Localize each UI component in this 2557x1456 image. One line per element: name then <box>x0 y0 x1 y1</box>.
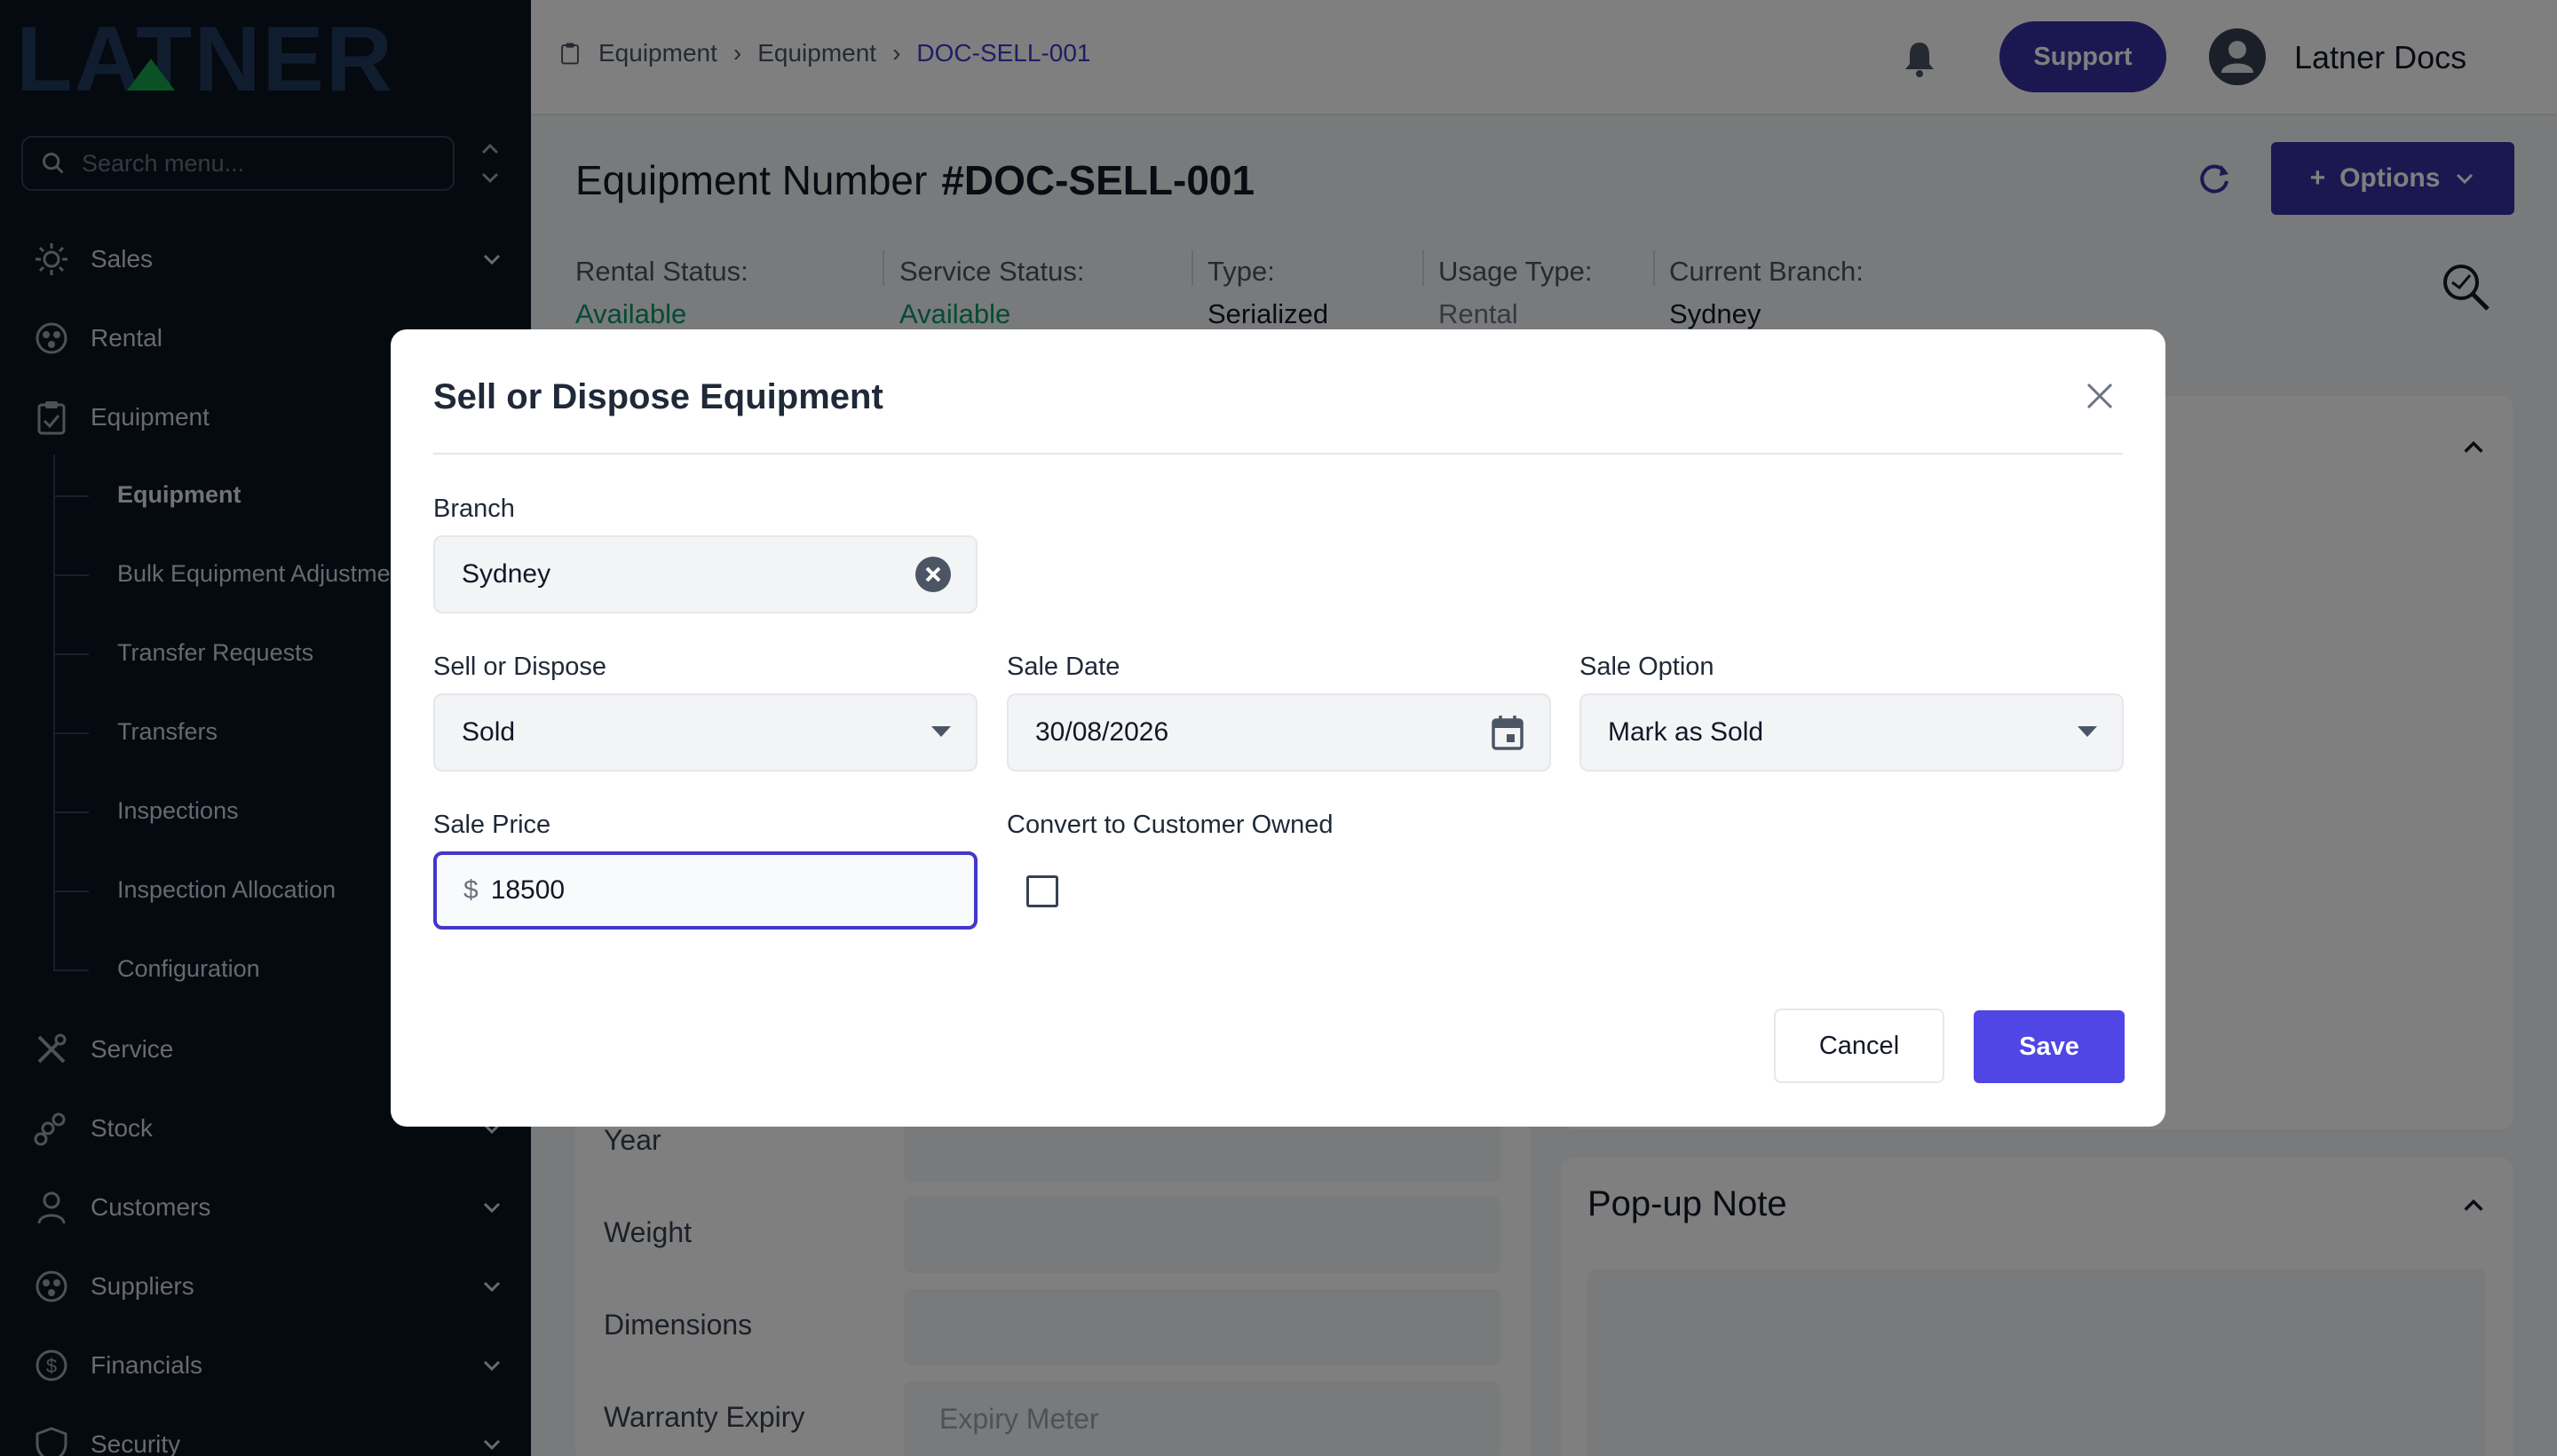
sale-price-input[interactable]: $ 18500 <box>433 851 978 930</box>
sale-price-value: 18500 <box>490 875 566 905</box>
sale-date-label: Sale Date <box>1007 653 1120 681</box>
sale-option-label: Sale Option <box>1579 653 1714 681</box>
convert-label: Convert to Customer Owned <box>1007 811 1334 839</box>
branch-select[interactable]: Sydney <box>433 535 978 613</box>
calendar-icon[interactable] <box>1491 715 1524 750</box>
sell-or-dispose-select[interactable]: Sold <box>433 693 978 772</box>
save-button[interactable]: Save <box>1974 1010 2125 1083</box>
sell-or-dispose-label: Sell or Dispose <box>433 653 607 681</box>
branch-value: Sydney <box>462 559 551 589</box>
branch-label: Branch <box>433 495 515 523</box>
sale-price-label: Sale Price <box>433 811 551 839</box>
close-icon[interactable] <box>2085 381 2115 411</box>
caret-down-icon <box>2078 726 2097 737</box>
sell-dispose-modal: Sell or Dispose Equipment Branch Sydney … <box>391 329 2165 1127</box>
modal-divider <box>433 453 2123 455</box>
sale-option-value: Mark as Sold <box>1608 717 1764 747</box>
convert-to-customer-owned-checkbox[interactable] <box>1026 875 1058 907</box>
sale-date-value: 30/08/2026 <box>1035 717 1169 747</box>
clear-icon[interactable] <box>915 557 951 592</box>
caret-down-icon <box>931 726 951 737</box>
currency-symbol: $ <box>463 875 479 905</box>
cancel-button[interactable]: Cancel <box>1774 1009 1944 1083</box>
sell-or-dispose-value: Sold <box>462 717 516 747</box>
sale-date-input[interactable]: 30/08/2026 <box>1007 693 1551 772</box>
modal-title: Sell or Dispose Equipment <box>433 377 883 416</box>
sale-option-select[interactable]: Mark as Sold <box>1579 693 2124 772</box>
